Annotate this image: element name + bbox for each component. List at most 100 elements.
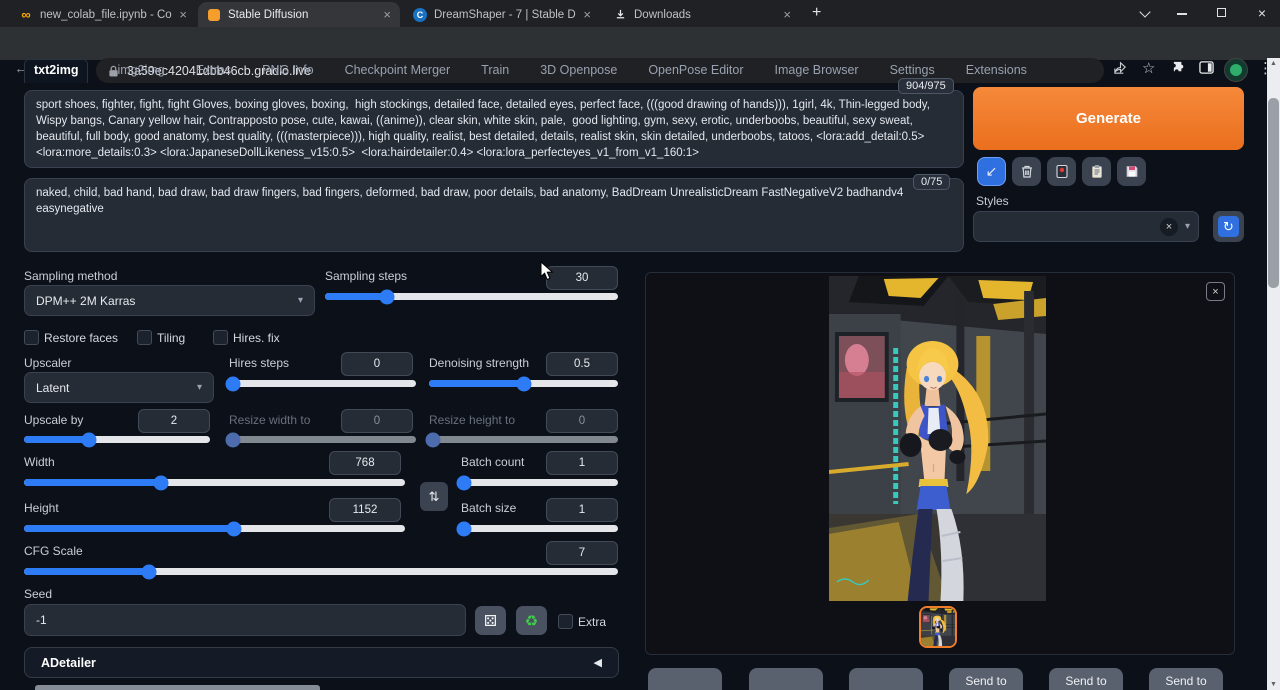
send-to-img2img-button[interactable]: Send to xyxy=(949,668,1023,690)
tab-3d-openpose[interactable]: 3D Openpose xyxy=(538,60,619,83)
height-slider[interactable] xyxy=(24,525,405,532)
tab-openpose-editor[interactable]: OpenPose Editor xyxy=(646,60,745,83)
tab-close-icon[interactable]: × xyxy=(383,8,391,21)
upscaler-dropdown[interactable]: Latent ▾ xyxy=(24,372,214,403)
apply-style-button[interactable] xyxy=(1082,157,1111,186)
civitai-icon: C xyxy=(413,8,427,22)
seed-input[interactable]: -1 xyxy=(24,604,466,636)
hires-fix-checkbox[interactable] xyxy=(213,330,228,345)
tab-txt2img[interactable]: txt2img xyxy=(24,59,88,83)
browser-tab-title: new_colab_file.ipynb - Colaborat xyxy=(40,9,172,21)
swap-icon: ⇅ xyxy=(429,489,440,505)
batch-size-value[interactable]: 1 xyxy=(546,498,618,522)
colab-icon: ∞ xyxy=(19,8,33,22)
batch-count-value[interactable]: 1 xyxy=(546,451,618,475)
send-to-inpaint-button[interactable]: Send to xyxy=(1049,668,1123,690)
save-style-button[interactable] xyxy=(1117,157,1146,186)
side-panel-icon[interactable] xyxy=(1199,60,1214,78)
window-minimize-button[interactable] xyxy=(1177,13,1187,15)
gallery-thumbnail-selected[interactable] xyxy=(919,606,957,648)
hires-steps-value[interactable]: 0 xyxy=(341,352,413,376)
width-value[interactable]: 768 xyxy=(329,451,401,475)
save-button[interactable] xyxy=(648,668,722,690)
browser-tab-colab[interactable]: ∞ new_colab_file.ipynb - Colaborat × xyxy=(10,2,196,27)
tab-close-icon[interactable]: × xyxy=(583,8,591,21)
styles-dropdown[interactable]: × ▾ xyxy=(973,211,1199,242)
resize-width-label: Resize width to xyxy=(229,413,310,427)
hires-steps-label: Hires steps xyxy=(229,356,289,370)
generated-image[interactable] xyxy=(829,276,1046,601)
browser-tab-dreamshaper[interactable]: C DreamShaper - 7 | Stable Diffusio × xyxy=(404,2,600,27)
new-tab-button[interactable]: + xyxy=(812,4,821,22)
tiling-checkbox[interactable] xyxy=(137,330,152,345)
share-icon[interactable] xyxy=(1113,60,1128,78)
tab-train[interactable]: Train xyxy=(479,60,511,83)
swap-dimensions-button[interactable]: ⇅ xyxy=(420,482,448,511)
tab-close-icon[interactable]: × xyxy=(783,8,791,21)
extra-seed-label: Extra xyxy=(578,615,606,629)
extra-seed-checkbox[interactable] xyxy=(558,614,573,629)
upscale-by-value[interactable]: 2 xyxy=(138,409,210,433)
scrollbar-thumb[interactable] xyxy=(1268,98,1279,288)
tab-image-browser[interactable]: Image Browser xyxy=(773,60,861,83)
clipboard-icon xyxy=(1090,164,1104,179)
restore-faces-checkbox[interactable] xyxy=(24,330,39,345)
window-maximize-button[interactable] xyxy=(1217,8,1226,17)
scroll-up-icon[interactable]: ▲ xyxy=(1267,60,1280,67)
app-tab-bar: txt2img img2img Extras PNG Info Checkpoi… xyxy=(24,59,1029,83)
tab-search-chevron-icon[interactable] xyxy=(1139,6,1150,17)
browser-tab-title: Stable Diffusion xyxy=(228,9,376,21)
deepbooru-button[interactable] xyxy=(849,668,923,690)
sampling-method-dropdown[interactable]: DPM++ 2M Karras ▾ xyxy=(24,285,315,316)
sampling-steps-slider[interactable] xyxy=(325,293,618,300)
prompt-input[interactable]: sport shoes, fighter, fight, fight Glove… xyxy=(24,90,964,168)
width-slider[interactable] xyxy=(24,479,405,486)
tab-png-info[interactable]: PNG Info xyxy=(260,60,315,83)
clear-prompt-button[interactable] xyxy=(1012,157,1041,186)
height-value[interactable]: 1152 xyxy=(329,498,401,522)
extra-networks-button[interactable] xyxy=(1047,157,1076,186)
accordion-collapsed-icon: ◀ xyxy=(594,656,602,669)
cfg-scale-slider[interactable] xyxy=(24,568,618,575)
cfg-scale-value[interactable]: 7 xyxy=(546,541,618,565)
browser-profile-avatar[interactable] xyxy=(1224,58,1248,82)
denoising-slider[interactable] xyxy=(429,380,618,387)
reuse-seed-button[interactable]: ♻ xyxy=(516,606,547,635)
browser-toolbar: ← → ↻ ☆ ⋮ 3a59ec42041dbb46cb.gradio.live xyxy=(0,27,1280,60)
browser-tab-downloads[interactable]: Downloads × xyxy=(604,2,800,27)
upscale-by-slider[interactable] xyxy=(24,436,210,443)
tab-checkpoint-merger[interactable]: Checkpoint Merger xyxy=(343,60,453,83)
styles-clear-icon[interactable]: × xyxy=(1160,218,1178,236)
tab-extensions[interactable]: Extensions xyxy=(964,60,1029,83)
window-close-button[interactable]: × xyxy=(1253,5,1271,21)
denoising-value[interactable]: 0.5 xyxy=(546,352,618,376)
page-scrollbar[interactable]: ▲ ▼ xyxy=(1267,58,1280,690)
width-label: Width xyxy=(24,455,55,469)
batch-size-label: Batch size xyxy=(461,501,516,515)
generate-button[interactable]: Generate xyxy=(973,87,1244,150)
random-seed-button[interactable]: ⚄ xyxy=(475,606,506,635)
send-to-extras-button[interactable]: Send to xyxy=(1149,668,1223,690)
bookmark-star-icon[interactable]: ☆ xyxy=(1142,61,1155,76)
tab-extras[interactable]: Extras xyxy=(194,60,233,83)
close-preview-icon[interactable]: × xyxy=(1206,282,1225,301)
zip-button[interactable] xyxy=(749,668,823,690)
paste-params-button[interactable]: ↙ xyxy=(977,157,1006,186)
browser-tab-strip: ∞ new_colab_file.ipynb - Colaborat × Sta… xyxy=(0,0,1280,27)
refresh-styles-button[interactable]: ↻ xyxy=(1213,211,1244,242)
negative-prompt-input[interactable]: naked, child, bad hand, bad draw, bad dr… xyxy=(24,178,964,252)
scroll-down-icon[interactable]: ▼ xyxy=(1267,681,1280,688)
sampling-method-label: Sampling method xyxy=(24,269,117,283)
adetailer-accordion[interactable]: ADetailer ◀ xyxy=(24,647,619,678)
sampling-steps-value[interactable]: 30 xyxy=(546,266,618,290)
tab-img2img[interactable]: img2img xyxy=(115,60,166,83)
batch-count-slider[interactable] xyxy=(461,479,618,486)
batch-size-slider[interactable] xyxy=(461,525,618,532)
gradio-favicon-icon xyxy=(207,8,221,22)
extensions-puzzle-icon[interactable] xyxy=(1172,60,1187,78)
output-preview-panel: × xyxy=(645,272,1235,655)
download-icon xyxy=(613,8,627,22)
browser-tab-stable-diffusion[interactable]: Stable Diffusion × xyxy=(198,2,400,27)
tab-close-icon[interactable]: × xyxy=(179,8,187,21)
hires-steps-slider[interactable] xyxy=(229,380,416,387)
